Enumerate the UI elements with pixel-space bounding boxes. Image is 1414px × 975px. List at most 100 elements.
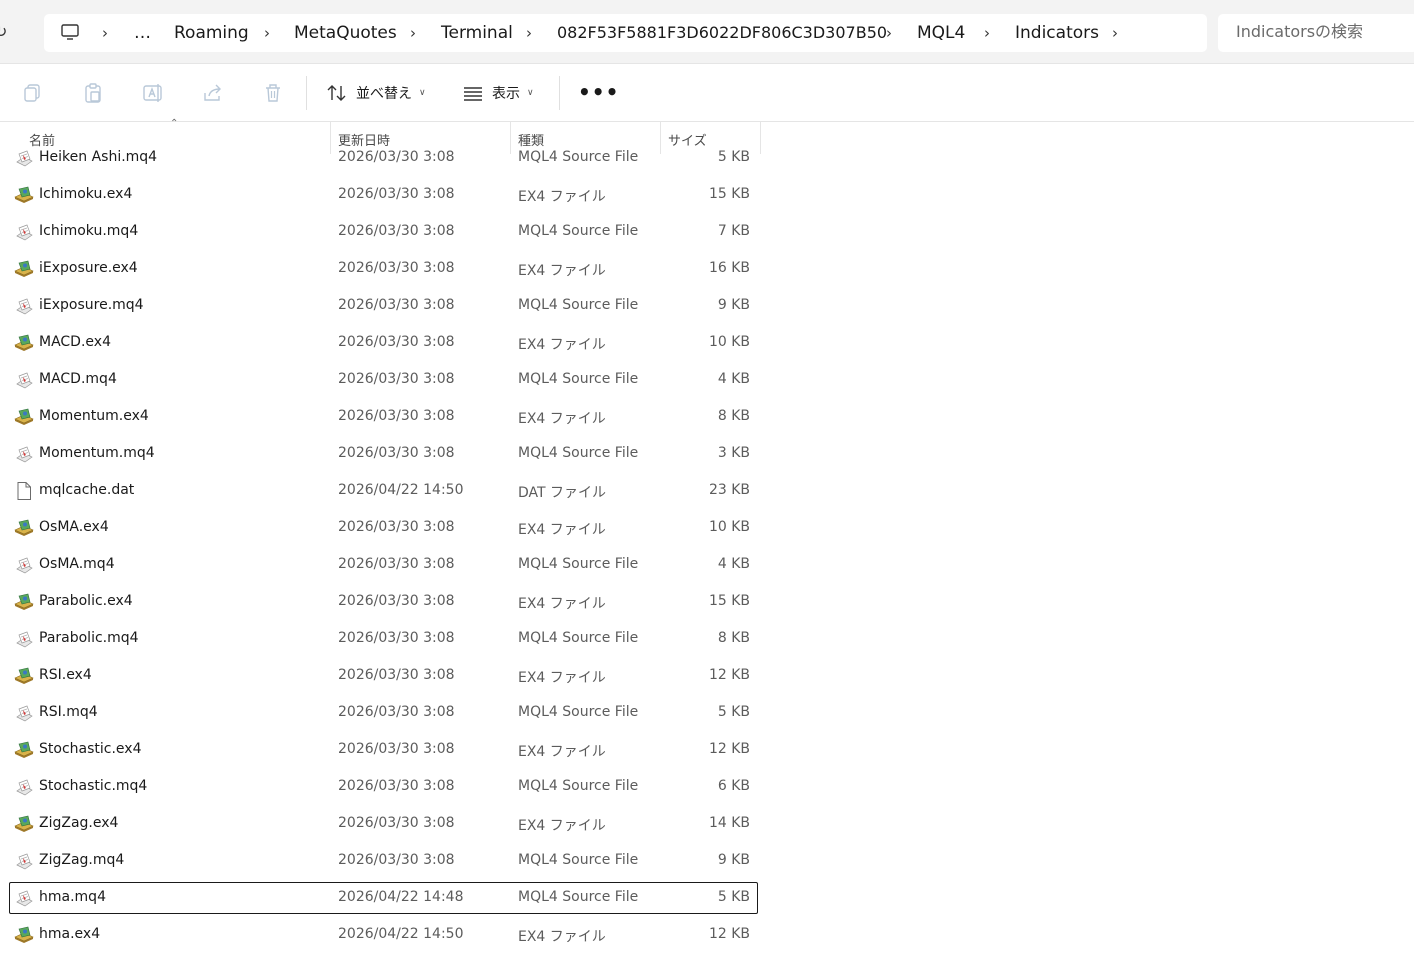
file-type: EX4 ファイル [518,411,606,427]
file-name: MACD.ex4 [39,334,111,350]
file-row[interactable]: hma.ex4 2026/04/22 14:50 EX4 ファイル 12 KB [0,917,1414,954]
file-modified-date: 2026/03/30 3:08 [338,556,455,572]
refresh-icon[interactable]: ↻ [0,22,14,42]
file-row[interactable]: ZigZag.mq4 2026/03/30 3:08 MQL4 Source F… [0,843,1414,880]
file-modified-date: 2026/03/30 3:08 [338,741,455,757]
file-row[interactable]: Stochastic.ex4 2026/03/30 3:08 EX4 ファイル … [0,732,1414,769]
ex4-file-icon [14,333,34,353]
file-modified-date: 2026/03/30 3:08 [338,815,455,831]
file-modified-date: 2026/04/22 14:50 [338,482,464,498]
file-row[interactable]: MACD.mq4 2026/03/30 3:08 MQL4 Source Fil… [0,362,1414,399]
file-row[interactable]: hma.mq4 2026/04/22 14:48 MQL4 Source Fil… [0,880,1414,917]
file-row[interactable]: Heiken Ashi.mq4 2026/03/30 3:08 MQL4 Sou… [0,140,1414,177]
breadcrumb-mql4[interactable]: MQL4 [917,22,965,44]
address-bar[interactable]: › … Roaming › MetaQuotes › Terminal › 08… [44,14,1207,52]
ex4-file-icon [14,259,34,279]
file-size: 5 KB [717,704,750,720]
sort-button[interactable]: 並べ替え ∨ [326,81,426,105]
toolbar-divider [306,76,307,110]
chevron-right-icon[interactable]: › [102,22,108,44]
file-size: 8 KB [717,408,750,424]
chevron-right-icon[interactable]: › [526,22,532,44]
file-size: 5 KB [717,149,750,165]
file-row[interactable]: Parabolic.ex4 2026/03/30 3:08 EX4 ファイル 1… [0,584,1414,621]
mq4-source-icon [14,703,34,723]
file-row[interactable]: mqlcache.dat 2026/04/22 14:50 DAT ファイル 2… [0,473,1414,510]
mq4-source-icon [14,444,34,464]
file-name: RSI.mq4 [39,704,98,720]
ex4-file-icon [14,407,34,427]
ex4-file-icon [14,592,34,612]
blank-file-icon [14,481,34,501]
file-size: 4 KB [717,371,750,387]
file-name: hma.mq4 [39,889,106,905]
file-size: 9 KB [717,297,750,313]
file-row[interactable]: Parabolic.mq4 2026/03/30 3:08 MQL4 Sourc… [0,621,1414,658]
file-row[interactable]: ZigZag.ex4 2026/03/30 3:08 EX4 ファイル 14 K… [0,806,1414,843]
chevron-right-icon[interactable]: › [984,22,990,44]
chevron-right-icon[interactable]: › [886,22,892,44]
chevron-right-icon[interactable]: › [1112,22,1118,44]
file-type: MQL4 Source File [518,556,639,572]
breadcrumb-terminal-id[interactable]: 082F53F5881F3D6022DF806C3D307B50 [557,22,887,44]
file-name: Momentum.ex4 [39,408,149,424]
toolbar-divider [559,76,560,110]
search-box[interactable] [1218,14,1414,52]
file-row[interactable]: RSI.ex4 2026/03/30 3:08 EX4 ファイル 12 KB [0,658,1414,695]
copy-icon[interactable] [22,82,44,104]
chevron-down-icon: ∨ [419,88,426,98]
file-type: EX4 ファイル [518,337,606,353]
rename-icon[interactable] [142,82,164,104]
file-type: DAT ファイル [518,485,607,501]
file-row[interactable]: Ichimoku.ex4 2026/03/30 3:08 EX4 ファイル 15… [0,177,1414,214]
sort-icon [326,82,348,104]
file-size: 12 KB [708,741,750,757]
file-row[interactable]: RSI.mq4 2026/03/30 3:08 MQL4 Source File… [0,695,1414,732]
breadcrumb-terminal[interactable]: Terminal [441,22,513,44]
file-row[interactable]: Ichimoku.mq4 2026/03/30 3:08 MQL4 Source… [0,214,1414,251]
file-size: 12 KB [708,667,750,683]
mq4-source-icon [14,629,34,649]
file-row[interactable]: Momentum.ex4 2026/03/30 3:08 EX4 ファイル 8 … [0,399,1414,436]
file-name: Parabolic.ex4 [39,593,133,609]
paste-icon[interactable] [82,82,104,104]
breadcrumb-indicators[interactable]: Indicators [1015,22,1099,44]
ex4-file-icon [14,814,34,834]
share-icon[interactable] [202,82,224,104]
file-size: 15 KB [708,593,750,609]
delete-icon[interactable] [262,82,284,104]
file-name: Stochastic.mq4 [39,778,148,794]
file-modified-date: 2026/03/30 3:08 [338,408,455,424]
file-row[interactable]: iExposure.mq4 2026/03/30 3:08 MQL4 Sourc… [0,288,1414,325]
mq4-source-icon [14,148,34,168]
chevron-down-icon: ∨ [527,88,534,98]
file-row[interactable]: Stochastic.mq4 2026/03/30 3:08 MQL4 Sour… [0,769,1414,806]
chevron-right-icon[interactable]: › [410,22,416,44]
computer-icon[interactable] [60,22,80,42]
file-modified-date: 2026/03/30 3:08 [338,186,455,202]
file-size: 9 KB [717,852,750,868]
file-row[interactable]: OsMA.mq4 2026/03/30 3:08 MQL4 Source Fil… [0,547,1414,584]
file-row[interactable]: OsMA.ex4 2026/03/30 3:08 EX4 ファイル 10 KB [0,510,1414,547]
file-modified-date: 2026/03/30 3:08 [338,371,455,387]
file-name: OsMA.ex4 [39,519,109,535]
breadcrumb-overflow[interactable]: … [134,22,152,44]
breadcrumb-roaming[interactable]: Roaming [174,22,249,44]
file-size: 12 KB [708,926,750,942]
chevron-right-icon[interactable]: › [264,22,270,44]
file-size: 15 KB [708,186,750,202]
breadcrumb-metaquotes[interactable]: MetaQuotes [294,22,397,44]
sort-ascending-icon: ⌃ [170,118,179,129]
file-modified-date: 2026/03/30 3:08 [338,223,455,239]
file-size: 5 KB [717,889,750,905]
file-row[interactable]: MACD.ex4 2026/03/30 3:08 EX4 ファイル 10 KB [0,325,1414,362]
file-type: MQL4 Source File [518,630,639,646]
file-name: iExposure.ex4 [39,260,138,276]
more-options-button[interactable]: ••• [578,82,619,102]
file-row[interactable]: Momentum.mq4 2026/03/30 3:08 MQL4 Source… [0,436,1414,473]
file-row[interactable]: iExposure.ex4 2026/03/30 3:08 EX4 ファイル 1… [0,251,1414,288]
file-type: EX4 ファイル [518,522,606,538]
file-modified-date: 2026/03/30 3:08 [338,260,455,276]
search-input[interactable] [1236,22,1414,41]
view-button[interactable]: 表示 ∨ [462,81,534,105]
